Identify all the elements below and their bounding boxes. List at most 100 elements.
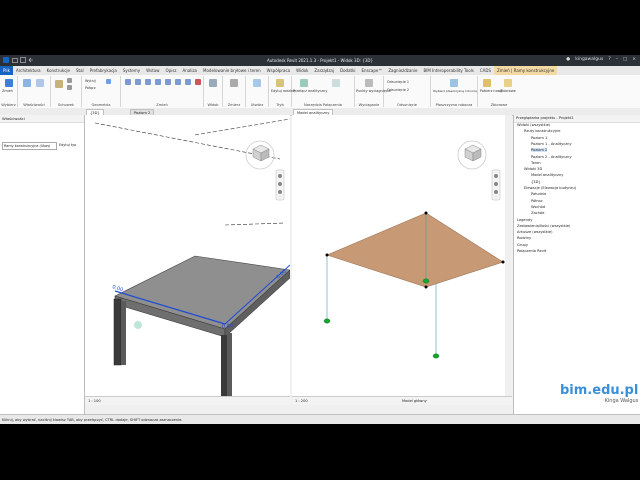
group-button[interactable]: Zbiorowe <box>500 89 516 93</box>
trim-icon[interactable] <box>185 79 191 85</box>
ribbon-tab-4[interactable]: Prefabrykacja <box>87 66 120 75</box>
browser-item[interactable]: Rzuty konstrukcyjne <box>524 129 560 133</box>
ribbon-tab-13[interactable]: Dodatki <box>337 66 359 75</box>
navigation-bar[interactable] <box>275 169 285 201</box>
browser-item[interactable]: Grupy <box>517 243 528 247</box>
paste-icon[interactable] <box>55 80 63 88</box>
ribbon-tab-17[interactable]: CADS <box>477 66 494 75</box>
ribbon-tab-10[interactable]: Współpraca <box>264 66 293 75</box>
ribbon-tab-8[interactable]: Analiza <box>180 66 201 75</box>
ribbon-tab-12[interactable]: Zarządzaj <box>311 66 337 75</box>
copy-icon[interactable] <box>67 85 72 90</box>
column-front-left[interactable] <box>113 298 122 366</box>
node-3[interactable] <box>501 260 505 264</box>
browser-item[interactable]: Widoki 3D <box>524 167 542 171</box>
modify-button[interactable]: Zmień <box>2 89 13 93</box>
browser-item[interactable]: Wschód <box>531 205 545 209</box>
browser-item[interactable]: Zachód <box>531 211 544 215</box>
node-4[interactable] <box>424 285 428 289</box>
modify-cursor-icon[interactable] <box>5 79 13 87</box>
viewcube-analytical-icon[interactable] <box>457 140 487 170</box>
browser-item[interactable]: Arkusze (wszystkie) <box>517 230 553 234</box>
ribbon-tab-6[interactable]: Wstaw <box>143 66 162 75</box>
browser-item[interactable]: Elewacje (Elewacja budynku) <box>524 186 576 190</box>
close-icon[interactable]: × <box>632 57 636 62</box>
offset1-button[interactable]: Odsunięcie 1 <box>387 80 409 84</box>
ribbon-tab-0[interactable]: Plik <box>0 66 13 75</box>
offset2-button[interactable]: Odsunięcie 2 <box>387 88 409 92</box>
ribbon-tab-11[interactable]: Widok <box>293 66 311 75</box>
browser-item[interactable]: Widoki (wszystkie) <box>517 123 550 127</box>
properties-icon[interactable] <box>23 79 31 87</box>
browser-item[interactable]: Połączenia Revit <box>517 249 546 253</box>
3d-canvas[interactable]: 0.00 0.00 0.00 <box>85 115 290 397</box>
ribbon-tab-9[interactable]: Modelowanie bryłowe i teren <box>200 66 264 75</box>
column-front-right[interactable] <box>221 335 227 397</box>
panel-label-select[interactable]: Wybierz <box>0 103 17 107</box>
view-scrollbar[interactable] <box>505 115 512 397</box>
workplane-button[interactable]: Wybierz płaszczyznę roboczą <box>433 89 477 93</box>
ribbon-tab-2[interactable]: Konstrukcje <box>44 66 73 75</box>
browser-item[interactable]: Poziom 2 <box>531 148 548 153</box>
group-icon[interactable] <box>504 79 512 87</box>
node-1[interactable] <box>325 253 329 257</box>
model-selector[interactable]: Model główny <box>402 397 427 405</box>
mirror-icon[interactable] <box>145 79 151 85</box>
rotate-icon[interactable] <box>175 79 181 85</box>
analytical-canvas[interactable] <box>292 115 512 397</box>
cut-button[interactable]: Wytnij <box>85 79 96 83</box>
analytical-slab[interactable] <box>326 212 504 288</box>
analytical-toggle-button[interactable]: Przełącz analityczny <box>293 89 327 93</box>
ribbon-tab-1[interactable]: Architektura <box>13 66 44 75</box>
help-icon[interactable]: ? <box>608 57 610 62</box>
ribbon-tab-3[interactable]: Stal <box>73 66 87 75</box>
scale-3d[interactable]: 1 : 100 <box>88 399 101 403</box>
type-selector[interactable]: Ramy konstrukcyjne (Ukos) <box>2 142 57 150</box>
ribbon-tab-14[interactable]: Enscape™ <box>359 66 386 75</box>
view-icon[interactable] <box>209 79 217 87</box>
browser-item[interactable]: Poziom 1 <box>531 136 547 140</box>
ribbon-tab-16[interactable]: BIM Interoperability Tools <box>420 66 476 75</box>
navigation-bar-analytical[interactable] <box>491 169 501 201</box>
browser-item[interactable]: Model analityczny <box>531 173 563 177</box>
view-analytical[interactable]: 1 : 200 Model główny <box>292 115 512 405</box>
browser-item[interactable]: Zestawienia/Ilości (wszystkie) <box>517 224 570 228</box>
copy-element-icon[interactable] <box>165 79 171 85</box>
geometry-icon[interactable] <box>106 79 111 84</box>
ribbon-tab-5[interactable]: Systemy <box>120 66 143 75</box>
pick-new-icon[interactable] <box>483 79 491 87</box>
align-icon[interactable] <box>125 79 131 85</box>
workplane-icon[interactable] <box>450 79 458 87</box>
slab-top[interactable] <box>114 255 290 330</box>
browser-item[interactable]: Legendy <box>517 218 532 222</box>
browser-item[interactable]: Poziom 1 - Analityczny <box>531 142 572 146</box>
user-icon[interactable]: ● <box>566 57 570 62</box>
analytical-toggle-icon[interactable] <box>300 79 308 87</box>
create-group-icon[interactable] <box>253 79 261 87</box>
join-button[interactable]: Połącz <box>85 86 96 90</box>
offset-icon[interactable] <box>135 79 141 85</box>
browser-item[interactable]: {3D} <box>531 180 541 184</box>
edit-type-button[interactable]: Edytuj typ <box>59 142 76 148</box>
browser-item[interactable]: Poziom 2 - Analityczny <box>531 155 572 159</box>
viewcube-icon[interactable] <box>245 140 275 170</box>
browser-item[interactable]: Teren <box>531 161 541 165</box>
extrusion-points-icon[interactable] <box>365 79 373 87</box>
ribbon-tab-15[interactable]: Zagnieżdżanie <box>385 66 420 75</box>
measure-icon[interactable] <box>230 79 238 87</box>
cut-icon[interactable] <box>67 78 72 83</box>
browser-item[interactable]: Północ <box>531 199 543 203</box>
username[interactable]: kingawalgus <box>575 57 603 62</box>
delete-icon[interactable] <box>195 79 201 85</box>
view-3d[interactable]: 0.00 0.00 0.00 1 : 100 <box>85 115 290 405</box>
minimize-icon[interactable]: – <box>616 57 618 62</box>
maximize-icon[interactable]: □ <box>623 57 627 62</box>
dimension-2[interactable]: 0.00 <box>222 323 234 330</box>
support-icons[interactable] <box>323 278 440 359</box>
connection-icon[interactable] <box>332 79 340 87</box>
node-2[interactable] <box>424 211 428 215</box>
browser-item[interactable]: Południe <box>531 192 546 196</box>
move-icon[interactable] <box>155 79 161 85</box>
type-properties-icon[interactable] <box>36 79 44 87</box>
ribbon-tab-18[interactable]: Zmień | Ramy konstrukcyjne <box>494 66 558 75</box>
